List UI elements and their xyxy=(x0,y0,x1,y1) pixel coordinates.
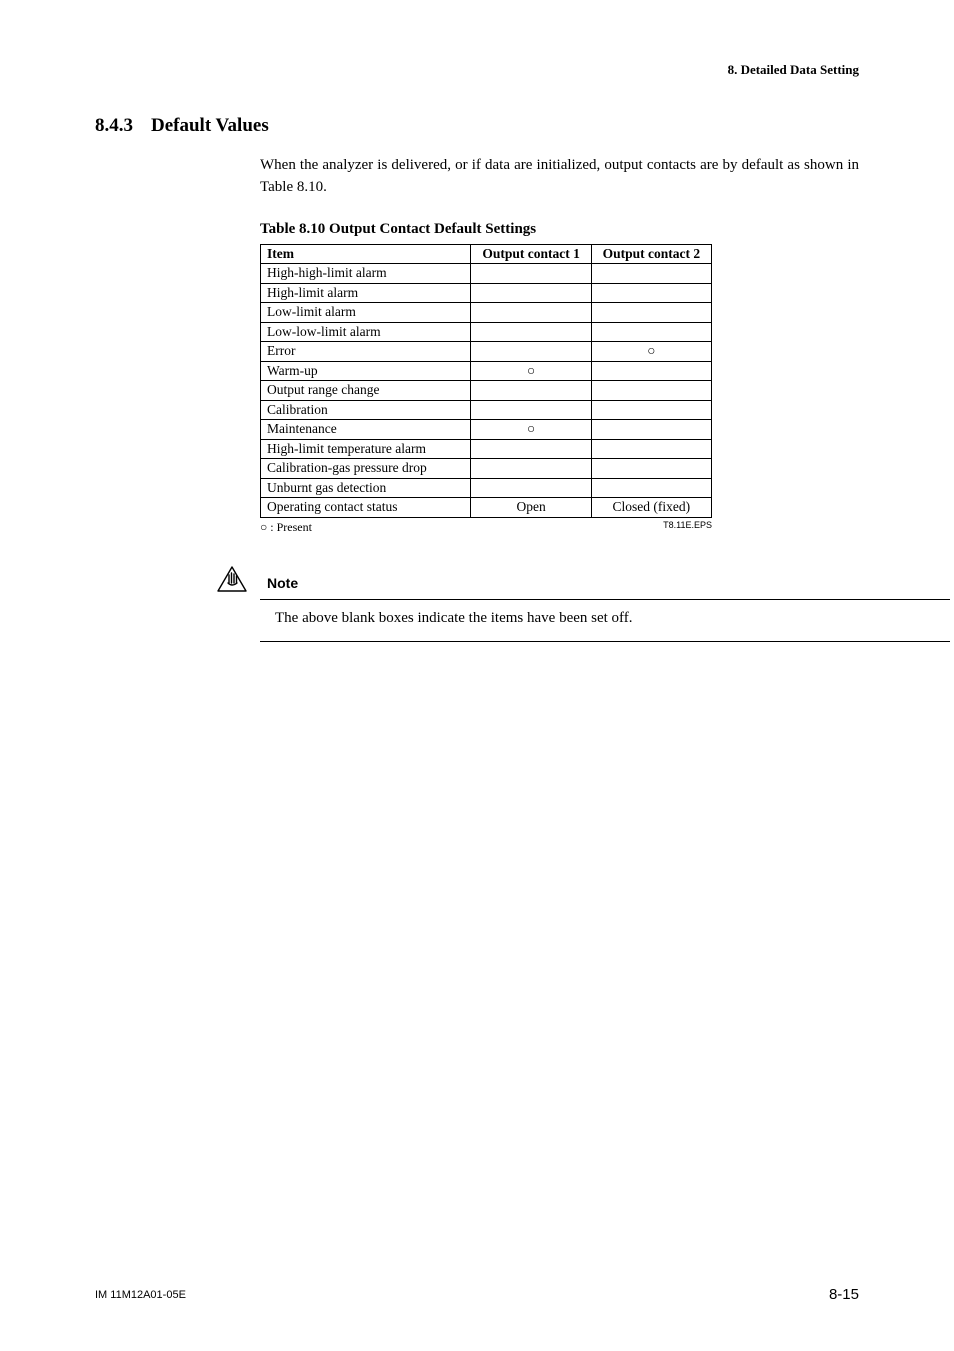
cell-c2: ○ xyxy=(591,342,711,362)
cell-item: Low-limit alarm xyxy=(261,303,471,323)
cell-item: Calibration xyxy=(261,400,471,420)
cell-item: High-high-limit alarm xyxy=(261,264,471,284)
cell-c2 xyxy=(591,264,711,284)
note-rule-bottom xyxy=(260,641,950,642)
cell-c1: ○ xyxy=(471,420,591,440)
cell-c2 xyxy=(591,439,711,459)
cell-c1 xyxy=(471,264,591,284)
table-row: Calibration xyxy=(261,400,712,420)
table-caption: Table 8.10 Output Contact Default Settin… xyxy=(260,221,859,238)
section-number: 8.4.3 xyxy=(95,115,133,137)
cell-item: Warm-up xyxy=(261,361,471,381)
cell-c2 xyxy=(591,361,711,381)
cell-c1 xyxy=(471,322,591,342)
cell-c1 xyxy=(471,303,591,323)
section-title: Default Values xyxy=(151,115,269,136)
table-row: High-limit temperature alarm xyxy=(261,439,712,459)
cell-c1 xyxy=(471,381,591,401)
note-block: Note xyxy=(215,565,859,595)
default-settings-table: Item Output contact 1 Output contact 2 H… xyxy=(260,244,712,518)
table-row: Operating contact status Open Closed (fi… xyxy=(261,498,712,518)
note-rule-top xyxy=(260,599,950,600)
col-header-contact2: Output contact 2 xyxy=(591,244,711,264)
cell-item: Low-low-limit alarm xyxy=(261,322,471,342)
table-row: Warm-up ○ xyxy=(261,361,712,381)
table-row: High-high-limit alarm xyxy=(261,264,712,284)
table-row: Low-low-limit alarm xyxy=(261,322,712,342)
section-heading: 8.4.3 Default Values xyxy=(95,115,859,137)
cell-item: High-limit alarm xyxy=(261,283,471,303)
cell-item: Maintenance xyxy=(261,420,471,440)
section-paragraph: When the analyzer is delivered, or if da… xyxy=(260,155,859,199)
page: 8. Detailed Data Setting 8.4.3 Default Va… xyxy=(0,0,954,1351)
cell-item: Calibration-gas pressure drop xyxy=(261,459,471,479)
table-row: Maintenance ○ xyxy=(261,420,712,440)
cell-item: High-limit temperature alarm xyxy=(261,439,471,459)
cell-c1 xyxy=(471,342,591,362)
cell-item: Output range change xyxy=(261,381,471,401)
table-eps-label: T8.11E.EPS xyxy=(663,520,712,535)
cell-c2 xyxy=(591,303,711,323)
cell-c1 xyxy=(471,283,591,303)
cell-item: Operating contact status xyxy=(261,498,471,518)
footer-page-number: 8-15 xyxy=(829,1286,859,1303)
table-row: High-limit alarm xyxy=(261,283,712,303)
table-row: Calibration-gas pressure drop xyxy=(261,459,712,479)
table-legend: ○ : Present xyxy=(260,520,312,535)
cell-c1 xyxy=(471,400,591,420)
cell-c2: Closed (fixed) xyxy=(591,498,711,518)
table-footer: ○ : Present T8.11E.EPS xyxy=(260,518,712,535)
col-header-item: Item xyxy=(261,244,471,264)
cell-item: Unburnt gas detection xyxy=(261,478,471,498)
table-row: Unburnt gas detection xyxy=(261,478,712,498)
table-row: Low-limit alarm xyxy=(261,303,712,323)
cell-c1: ○ xyxy=(471,361,591,381)
table-row: Error ○ xyxy=(261,342,712,362)
note-text: The above blank boxes indicate the items… xyxy=(275,610,859,627)
cell-c2 xyxy=(591,381,711,401)
note-label: Note xyxy=(267,575,298,595)
cell-c2 xyxy=(591,478,711,498)
cell-c2 xyxy=(591,459,711,479)
cell-item: Error xyxy=(261,342,471,362)
cell-c2 xyxy=(591,400,711,420)
cell-c2 xyxy=(591,420,711,440)
cell-c2 xyxy=(591,322,711,342)
cell-c1 xyxy=(471,478,591,498)
cell-c2 xyxy=(591,283,711,303)
cell-c1: Open xyxy=(471,498,591,518)
footer-doc-id: IM 11M12A01-05E xyxy=(95,1289,186,1301)
header-breadcrumb: 8. Detailed Data Setting xyxy=(728,62,859,78)
table-row: Output range change xyxy=(261,381,712,401)
col-header-contact1: Output contact 1 xyxy=(471,244,591,264)
cell-c1 xyxy=(471,459,591,479)
table-header-row: Item Output contact 1 Output contact 2 xyxy=(261,244,712,264)
cell-c1 xyxy=(471,439,591,459)
note-hand-icon xyxy=(215,565,249,595)
